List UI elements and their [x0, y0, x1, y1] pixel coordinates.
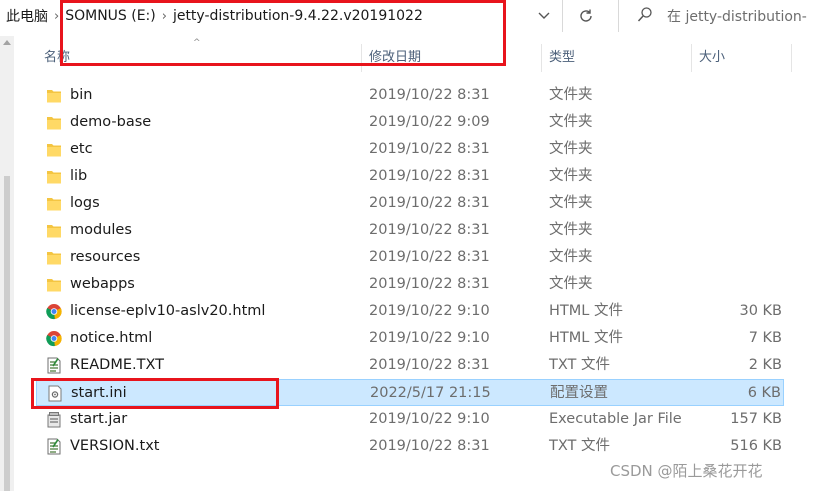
file-row[interactable]: modules 2019/10/22 8:31 文件夹 — [36, 217, 784, 244]
file-date: 2019/10/22 8:31 — [369, 249, 490, 265]
file-name: modules — [70, 222, 132, 238]
file-name: notice.html — [70, 330, 153, 346]
chevron-down-icon[interactable] — [532, 6, 556, 26]
chrome-icon — [46, 303, 62, 320]
folder-icon — [46, 249, 62, 266]
folder-icon — [46, 114, 62, 131]
file-date: 2019/10/22 9:10 — [369, 330, 490, 346]
divider — [562, 0, 563, 32]
search-box[interactable]: 在 jetty-distribution- — [618, 0, 813, 32]
file-type: 文件夹 — [549, 168, 593, 184]
file-date: 2019/10/22 9:10 — [369, 303, 490, 319]
highlight-box-address — [60, 0, 506, 66]
file-type: 文件夹 — [549, 249, 593, 265]
column-header-size[interactable]: 大小 — [699, 44, 725, 72]
file-date: 2019/10/22 8:31 — [369, 357, 490, 373]
search-icon — [637, 7, 652, 22]
file-type: 文件夹 — [549, 114, 593, 130]
file-type: 文件夹 — [549, 276, 593, 292]
file-row[interactable]: resources 2019/10/22 8:31 文件夹 — [36, 244, 784, 271]
file-type: HTML 文件 — [549, 303, 623, 319]
folder-icon — [46, 168, 62, 185]
file-size: 516 KB — [730, 438, 782, 454]
file-type: TXT 文件 — [549, 357, 611, 373]
file-date: 2019/10/22 8:31 — [369, 276, 490, 292]
file-name: VERSION.txt — [70, 438, 160, 454]
file-row[interactable]: VERSION.txt 2019/10/22 8:31 TXT 文件 516 KB — [36, 433, 784, 460]
file-row[interactable]: start.jar 2019/10/22 9:10 Executable Jar F… — [36, 406, 784, 433]
file-size: 2 KB — [748, 357, 782, 373]
search-input[interactable]: 在 jetty-distribution- — [667, 6, 807, 26]
file-type: TXT 文件 — [549, 438, 611, 454]
file-size: 30 KB — [739, 303, 782, 319]
file-name: webapps — [70, 276, 135, 292]
file-row[interactable]: webapps 2019/10/22 8:31 文件夹 — [36, 271, 784, 298]
file-type: 文件夹 — [549, 87, 593, 103]
file-row[interactable]: license-eplv10-aslv20.html 2019/10/22 9:1… — [36, 298, 784, 325]
file-date: 2019/10/22 9:09 — [369, 114, 490, 130]
file-type: Executable Jar File — [549, 411, 682, 427]
column-header-type[interactable]: 类型 — [549, 44, 575, 72]
folder-icon — [46, 222, 62, 239]
file-name: resources — [70, 249, 141, 265]
file-type: 文件夹 — [549, 195, 593, 211]
file-name: demo-base — [70, 114, 152, 130]
refresh-button[interactable] — [568, 2, 604, 30]
file-date: 2019/10/22 9:10 — [369, 411, 490, 427]
file-date: 2019/10/22 8:31 — [369, 438, 490, 454]
file-date: 2019/10/22 8:31 — [369, 141, 490, 157]
file-size: 6 KB — [747, 385, 781, 401]
scroll-thumb[interactable] — [4, 176, 10, 491]
file-row[interactable]: notice.html 2019/10/22 9:10 HTML 文件 7 KB — [36, 325, 784, 352]
file-size: 157 KB — [730, 411, 782, 427]
file-row[interactable]: README.TXT 2019/10/22 8:31 TXT 文件 2 KB — [36, 352, 784, 379]
file-name: etc — [70, 141, 93, 157]
file-type: 配置设置 — [550, 385, 608, 401]
file-name: lib — [70, 168, 88, 184]
file-date: 2019/10/22 8:31 — [369, 87, 490, 103]
chrome-icon — [46, 330, 62, 347]
text-file-icon — [46, 438, 62, 455]
crumb-this-pc[interactable]: 此电脑 — [6, 6, 48, 26]
file-name: start.jar — [70, 411, 128, 427]
refresh-icon — [580, 9, 592, 22]
file-name: license-eplv10-aslv20.html — [70, 303, 266, 319]
text-file-icon — [46, 357, 62, 374]
file-row[interactable]: etc 2019/10/22 8:31 文件夹 — [36, 136, 784, 163]
file-name: bin — [70, 87, 93, 103]
chevron-right-icon[interactable]: › — [54, 9, 59, 24]
file-size: 7 KB — [748, 330, 782, 346]
file-date: 2019/10/22 8:31 — [369, 222, 490, 238]
file-name: README.TXT — [70, 357, 164, 373]
file-type: 文件夹 — [549, 141, 593, 157]
folder-icon — [46, 276, 62, 293]
vertical-scrollbar[interactable] — [0, 36, 14, 491]
folder-icon — [46, 141, 62, 158]
watermark: CSDN @陌上桑花开花 — [610, 462, 763, 480]
jar-icon — [46, 411, 62, 428]
file-type: 文件夹 — [549, 222, 593, 238]
file-date: 2022/5/17 21:15 — [370, 385, 491, 401]
column-divider[interactable] — [541, 44, 542, 72]
file-type: HTML 文件 — [549, 330, 623, 346]
column-divider[interactable] — [691, 44, 692, 72]
file-row[interactable]: logs 2019/10/22 8:31 文件夹 — [36, 190, 784, 217]
column-divider[interactable] — [791, 44, 792, 72]
file-row[interactable]: lib 2019/10/22 8:31 文件夹 — [36, 163, 784, 190]
highlight-box-start-ini — [31, 378, 279, 409]
file-row[interactable]: demo-base 2019/10/22 9:09 文件夹 — [36, 109, 784, 136]
folder-icon — [46, 195, 62, 212]
file-row[interactable]: bin 2019/10/22 8:31 文件夹 — [36, 82, 784, 109]
folder-icon — [46, 87, 62, 104]
file-date: 2019/10/22 8:31 — [369, 195, 490, 211]
file-date: 2019/10/22 8:31 — [369, 168, 490, 184]
file-name: logs — [70, 195, 100, 211]
